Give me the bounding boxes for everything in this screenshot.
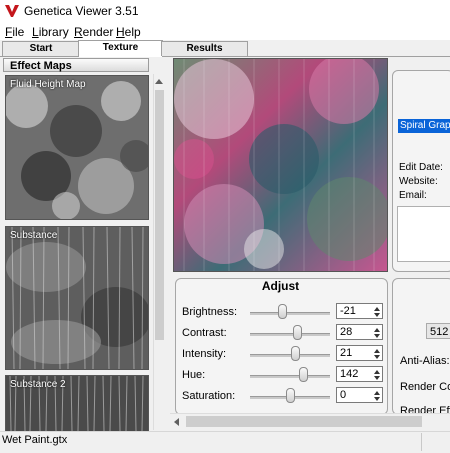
spin-up-icon[interactable]: [374, 391, 380, 395]
contrast-spinbox[interactable]: 28: [336, 324, 383, 340]
description-box[interactable]: [397, 206, 450, 262]
spin-up-icon[interactable]: [374, 328, 380, 332]
brightness-label: Brightness:: [182, 306, 238, 318]
spin-up-icon[interactable]: [374, 307, 380, 311]
spin-down-icon[interactable]: [374, 397, 380, 401]
tab-texture[interactable]: Texture: [78, 40, 163, 57]
contrast-slider-thumb[interactable]: [292, 325, 302, 340]
hue-slider[interactable]: [250, 375, 330, 378]
intensity-label: Intensity:: [182, 348, 227, 360]
edit-date-label: Edit Date:: [399, 162, 443, 173]
effect-map-label-2: Substance: [10, 230, 58, 241]
effect-map-label-1: Fluid Height Map: [10, 79, 86, 90]
spin-down-icon[interactable]: [374, 313, 380, 317]
menu-render-rest: ender: [82, 25, 114, 39]
menu-library-accel: L: [32, 25, 39, 39]
hue-value: 142: [340, 368, 359, 380]
texture-name-selected[interactable]: Spiral Graph: [398, 119, 450, 133]
status-separator: [421, 433, 422, 451]
scroll-left-arrow-icon[interactable]: [174, 418, 179, 426]
spin-down-icon[interactable]: [374, 334, 380, 338]
window-title: Genetica Viewer 3.51: [24, 4, 139, 18]
intensity-slider[interactable]: [250, 354, 330, 357]
render-color-label: Render Colo: [400, 381, 450, 393]
menu-render-accel: R: [74, 25, 83, 39]
tab-results[interactable]: Results: [161, 41, 248, 56]
brightness-slider-thumb[interactable]: [278, 304, 288, 319]
contrast-slider[interactable]: [250, 333, 330, 336]
menu-help-rest: elp: [124, 25, 141, 39]
menu-file-rest: ile: [12, 25, 25, 39]
saturation-slider-thumb[interactable]: [285, 388, 295, 403]
spin-up-icon[interactable]: [374, 349, 380, 353]
wet-paint-texture-image: [174, 59, 387, 271]
website-label: Website:: [399, 176, 438, 187]
effect-map-label-3: Substance 2: [10, 379, 66, 390]
render-effects-label: Render Effe: [400, 405, 450, 413]
menu-help[interactable]: Help: [116, 25, 141, 39]
email-label: Email:: [399, 190, 427, 201]
status-filename: Wet Paint.gtx: [2, 434, 68, 446]
tab-strip: Start Texture Results: [0, 40, 450, 57]
texture-preview[interactable]: [173, 58, 388, 272]
contrast-value: 28: [340, 326, 353, 338]
tab-start[interactable]: Start: [2, 41, 80, 56]
effect-map-thumb-1[interactable]: Fluid Height Map: [5, 75, 149, 220]
intensity-value: 21: [340, 347, 353, 359]
effect-map-thumb-3[interactable]: Substance 2: [5, 375, 149, 431]
menu-library-rest: ibrary: [38, 25, 69, 39]
brightness-spinbox[interactable]: -21: [336, 303, 383, 319]
scroll-up-arrow-icon[interactable]: [155, 79, 163, 84]
spin-down-icon[interactable]: [374, 376, 380, 380]
intensity-spinbox[interactable]: 21: [336, 345, 383, 361]
render-size-select[interactable]: 512 x: [426, 323, 450, 339]
menu-help-accel: H: [116, 25, 125, 39]
hue-label: Hue:: [182, 369, 206, 381]
substance-texture: [6, 227, 148, 369]
menu-render[interactable]: Render: [74, 25, 113, 39]
horizontal-scrollbar-thumb[interactable]: [186, 416, 422, 427]
spin-up-icon[interactable]: [374, 370, 380, 374]
anti-alias-label: Anti-Alias:: [400, 355, 450, 367]
saturation-label: Saturation:: [182, 390, 236, 402]
status-bar: [0, 431, 450, 453]
brightness-slider[interactable]: [250, 312, 330, 315]
hue-spinbox[interactable]: 142: [336, 366, 383, 382]
hue-slider-thumb[interactable]: [298, 367, 308, 382]
adjust-title: Adjust: [261, 279, 300, 293]
brightness-value: -21: [340, 305, 356, 317]
spin-down-icon[interactable]: [374, 355, 380, 359]
menu-file[interactable]: File: [5, 25, 24, 39]
intensity-slider-thumb[interactable]: [291, 346, 301, 361]
contrast-label: Contrast:: [182, 327, 227, 339]
saturation-value: 0: [340, 389, 347, 401]
menu-library[interactable]: Library: [32, 25, 69, 39]
fluid-noise-texture: [6, 76, 148, 219]
effect-maps-scrollbar-thumb[interactable]: [155, 90, 164, 340]
effect-maps-header: Effect Maps: [3, 58, 149, 72]
effect-map-thumb-2[interactable]: Substance: [5, 226, 149, 370]
genetica-v-icon: [5, 5, 19, 17]
render-settings-panel: [392, 278, 450, 415]
menu-bar: File Library Render Help: [0, 22, 450, 40]
saturation-spinbox[interactable]: 0: [336, 387, 383, 403]
